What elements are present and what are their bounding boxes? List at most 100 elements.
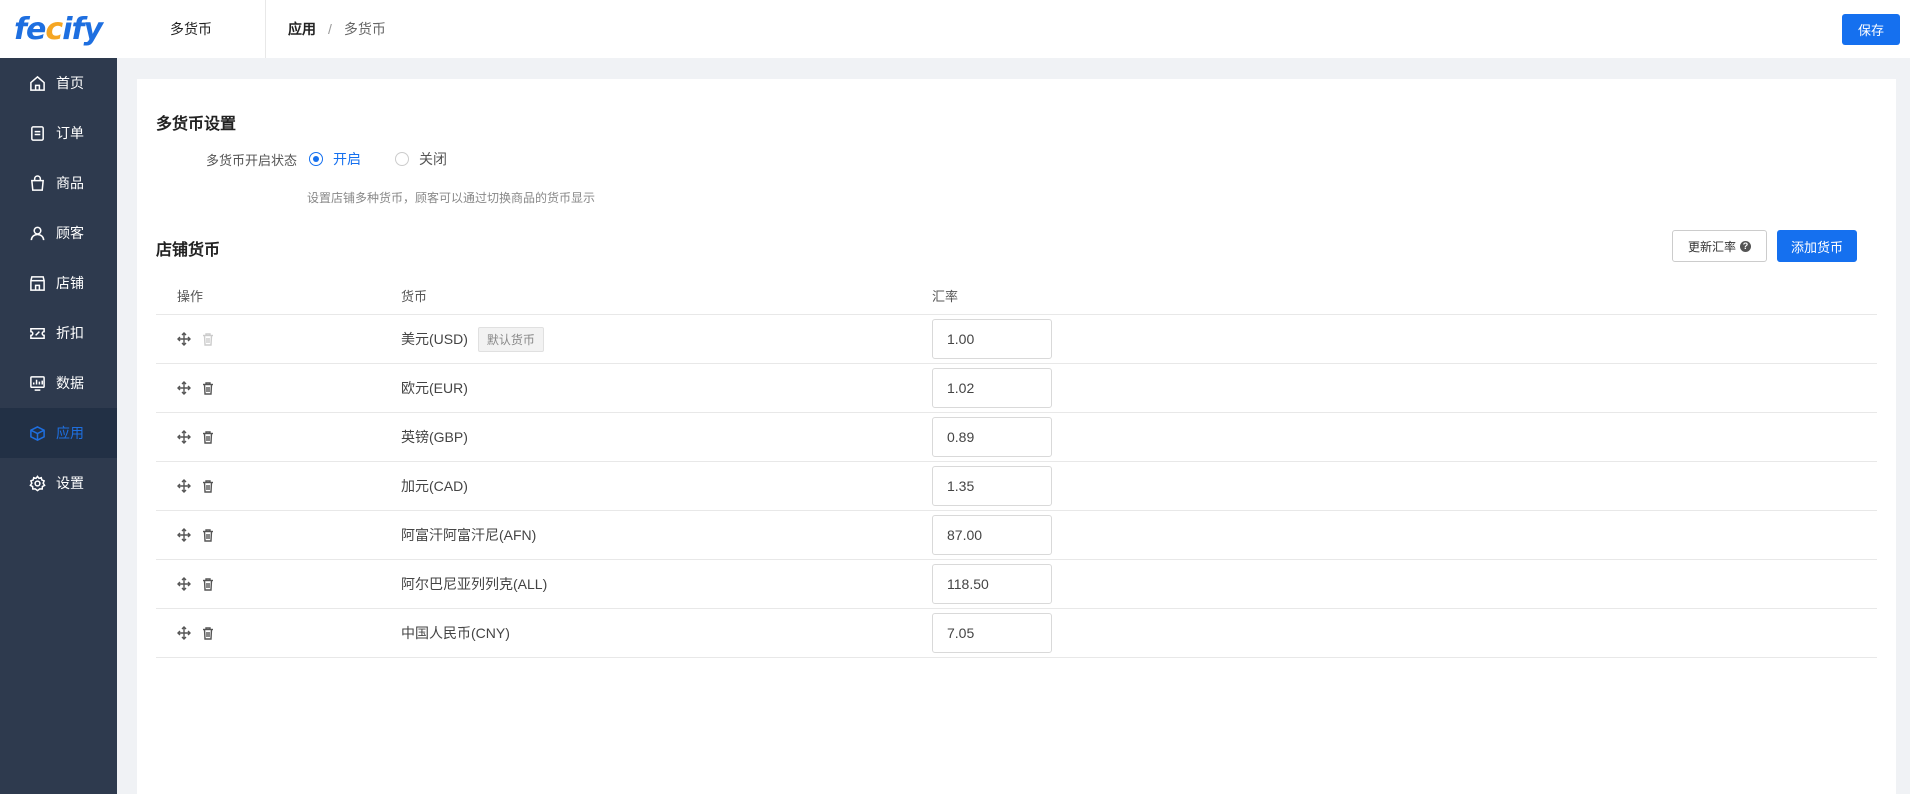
rate-input[interactable] [932,368,1052,408]
sidebar-item-label: 首页 [56,75,84,91]
currency-table: 操作 货币 汇率 美元(USD) 默认货币欧元(EUR) 英镑(GBP) 加元(CAD… [156,277,1877,658]
sidebar: fecify 首页订单商品顾客店铺折扣数据应用设置 [0,0,117,794]
row-actions [156,577,401,591]
sidebar-item-0[interactable]: 首页 [0,58,117,108]
rate-cell [932,466,1877,506]
breadcrumb-separator: / [328,21,332,37]
table-row: 阿富汗阿富汗尼(AFN) [156,511,1877,560]
rate-cell [932,613,1877,653]
rate-input[interactable] [932,515,1052,555]
breadcrumb: 应用 / 多货币 [266,19,386,39]
currency-name: 阿富汗阿富汗尼(AFN) [401,527,537,543]
sidebar-item-5[interactable]: 折扣 [0,308,117,358]
multi-currency-status-row: 多货币开启状态 开启 关闭 [197,149,481,169]
sidebar-item-3[interactable]: 顾客 [0,208,117,258]
rate-input[interactable] [932,466,1052,506]
move-icon[interactable] [177,332,191,346]
add-currency-button[interactable]: 添加货币 [1777,230,1857,262]
ticket-icon [28,324,46,342]
user-icon [28,224,46,242]
table-row: 英镑(GBP) [156,413,1877,462]
currency-cell: 加元(CAD) [401,476,932,496]
table-header: 操作 货币 汇率 [156,277,1877,315]
currency-cell: 欧元(EUR) [401,378,932,398]
trash-icon[interactable] [201,430,215,444]
move-icon[interactable] [177,381,191,395]
main-card: 多货币设置 多货币开启状态 开启 关闭 设置店铺多种货币，顾客可以通过切换商品的… [137,79,1896,794]
row-actions [156,430,401,444]
sidebar-item-label: 顾客 [56,225,84,241]
sidebar-item-6[interactable]: 数据 [0,358,117,408]
rate-cell [932,564,1877,604]
radio-disable[interactable]: 关闭 [395,149,447,169]
store-currency-title: 店铺货币 [156,242,221,259]
sidebar-item-2[interactable]: 商品 [0,158,117,208]
move-icon[interactable] [177,577,191,591]
multi-currency-settings-title: 多货币设置 [156,116,237,133]
table-body: 美元(USD) 默认货币欧元(EUR) 英镑(GBP) 加元(CAD) 阿富汗阿富汗尼(… [156,315,1877,658]
currency-cell: 英镑(GBP) [401,427,932,447]
sidebar-nav: 首页订单商品顾客店铺折扣数据应用设置 [0,58,117,508]
sidebar-item-label: 设置 [56,475,84,491]
trash-icon[interactable] [201,528,215,542]
radio-enable[interactable]: 开启 [309,149,361,169]
currency-name: 阿尔巴尼亚列列克(ALL) [401,576,548,592]
column-header-op: 操作 [177,289,204,304]
help-icon[interactable]: ? [1740,240,1751,252]
cube-icon [28,424,46,442]
radio-disable-label: 关闭 [419,151,447,167]
currency-cell: 阿富汗阿富汗尼(AFN) [401,525,932,545]
sidebar-item-7[interactable]: 应用 [0,408,117,458]
sidebar-item-label: 折扣 [56,325,84,341]
trash-icon[interactable] [201,479,215,493]
sidebar-item-4[interactable]: 店铺 [0,258,117,308]
rate-input[interactable] [932,564,1052,604]
currency-name: 欧元(EUR) [401,380,468,396]
radio-enable-dot[interactable] [309,152,323,166]
sidebar-item-label: 订单 [56,125,84,141]
table-row: 中国人民币(CNY) [156,609,1877,658]
refresh-rate-label: 更新汇率 [1687,239,1736,254]
sidebar-item-label: 应用 [56,425,84,441]
row-actions [156,479,401,493]
move-icon[interactable] [177,626,191,640]
table-row: 美元(USD) 默认货币 [156,315,1877,364]
home-icon [28,74,46,92]
rate-cell [932,368,1877,408]
sidebar-item-8[interactable]: 设置 [0,458,117,508]
move-icon[interactable] [177,479,191,493]
refresh-rate-button[interactable]: 更新汇率 ? [1672,230,1767,262]
move-icon[interactable] [177,430,191,444]
currency-name: 中国人民币(CNY) [401,625,510,641]
gear-icon [28,474,46,492]
section-title: 多货币 [117,0,266,58]
trash-icon[interactable] [201,381,215,395]
breadcrumb-root[interactable]: 应用 [288,19,316,39]
row-actions [156,332,401,346]
rate-input[interactable] [932,319,1052,359]
settings-hint: 设置店铺多种货币，顾客可以通过切换商品的货币显示 [307,191,596,205]
column-header-currency: 货币 [401,289,428,304]
sidebar-item-label: 数据 [56,375,84,391]
chart-icon [28,374,46,392]
rate-input[interactable] [932,613,1052,653]
rate-input[interactable] [932,417,1052,457]
trash-icon[interactable] [201,626,215,640]
save-button[interactable]: 保存 [1842,14,1900,45]
currency-cell: 阿尔巴尼亚列列克(ALL) [401,574,932,594]
sidebar-item-label: 店铺 [56,275,84,291]
trash-icon[interactable] [201,577,215,591]
store-icon [28,274,46,292]
table-row: 阿尔巴尼亚列列克(ALL) [156,560,1877,609]
top-bar: 多货币 应用 / 多货币 保存 [117,0,1910,58]
trash-icon [201,332,215,346]
radio-disable-dot[interactable] [395,152,409,166]
move-icon[interactable] [177,528,191,542]
logo[interactable]: fecify [0,0,117,58]
table-row: 欧元(EUR) [156,364,1877,413]
status-label: 多货币开启状态 [205,152,297,168]
rate-cell [932,319,1877,359]
radio-enable-label: 开启 [333,151,361,167]
rate-cell [932,417,1877,457]
sidebar-item-1[interactable]: 订单 [0,108,117,158]
